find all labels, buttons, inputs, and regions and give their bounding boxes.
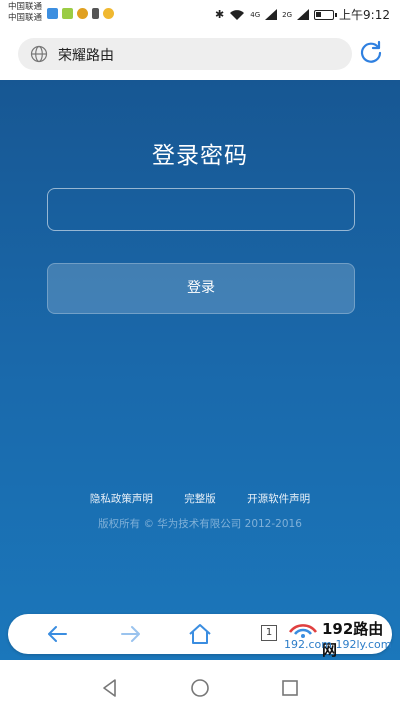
privacy-policy-link[interactable]: 隐私政策声明: [90, 493, 153, 505]
back-arrow-icon[interactable]: [44, 620, 72, 648]
status-bar: 中国联通 中国联通 ✱ 4G 2G 上午9:12: [0, 0, 400, 30]
watermark-url: 192.com 192ly.com: [284, 638, 392, 651]
footer-links: 隐私政策声明 完整版 开源软件声明: [0, 491, 400, 506]
password-field[interactable]: [47, 188, 355, 231]
carrier-1: 中国联通: [8, 2, 43, 12]
wifi-icon: [230, 9, 245, 20]
nav-recents-icon[interactable]: [280, 678, 300, 698]
reload-icon[interactable]: [358, 40, 384, 66]
address-text: 荣耀路由: [58, 48, 114, 64]
tabs-count-button[interactable]: 1: [261, 625, 277, 641]
network-2g-label: 2G: [282, 10, 293, 19]
weibo-icon-2: [103, 8, 114, 19]
carrier-info: 中国联通 中国联通: [8, 2, 42, 24]
watermark-logo: 192路由网 192.com 192ly.com: [278, 614, 392, 659]
open-source-link[interactable]: 开源软件声明: [247, 493, 310, 505]
network-4g-label: 4G: [250, 10, 261, 19]
battery-alert-icon: [92, 8, 99, 19]
forward-arrow-icon[interactable]: [116, 620, 144, 648]
nav-back-icon[interactable]: [100, 678, 120, 698]
page-title: 登录密码: [152, 143, 248, 169]
login-button[interactable]: 登录: [47, 263, 355, 314]
home-icon[interactable]: [186, 620, 214, 648]
shield-app-icon: [47, 8, 58, 19]
system-nav-bar: [0, 665, 400, 711]
browser-address-row: 荣耀路由: [0, 30, 400, 80]
weibo-icon: [77, 8, 88, 19]
status-right: ✱ 4G 2G 上午9:12: [215, 6, 390, 23]
signal-icon-1: [265, 9, 278, 20]
browser-toolbar: 1 192路由网 192.com 192ly.com: [8, 614, 392, 659]
address-bar[interactable]: 荣耀路由: [18, 38, 352, 70]
carrier-2: 中国联通: [8, 13, 43, 23]
battery-icon: [314, 9, 338, 20]
signal-icon-2: [297, 9, 310, 20]
full-version-link[interactable]: 完整版: [184, 493, 216, 505]
wifi-logo-icon: [288, 624, 318, 638]
nav-home-icon[interactable]: [190, 678, 210, 698]
clock: 上午9:12: [339, 8, 390, 22]
notification-icons: [47, 8, 114, 19]
router-login-page: 登录密码 登录 隐私政策声明 完整版 开源软件声明 版权所有 © 华为技术有限公…: [0, 80, 400, 660]
copyright-text: 版权所有 © 华为技术有限公司 2012-2016: [98, 518, 302, 530]
bluetooth-icon: ✱: [215, 8, 225, 21]
globe-icon: [30, 45, 48, 63]
chat-app-icon: [62, 8, 73, 19]
